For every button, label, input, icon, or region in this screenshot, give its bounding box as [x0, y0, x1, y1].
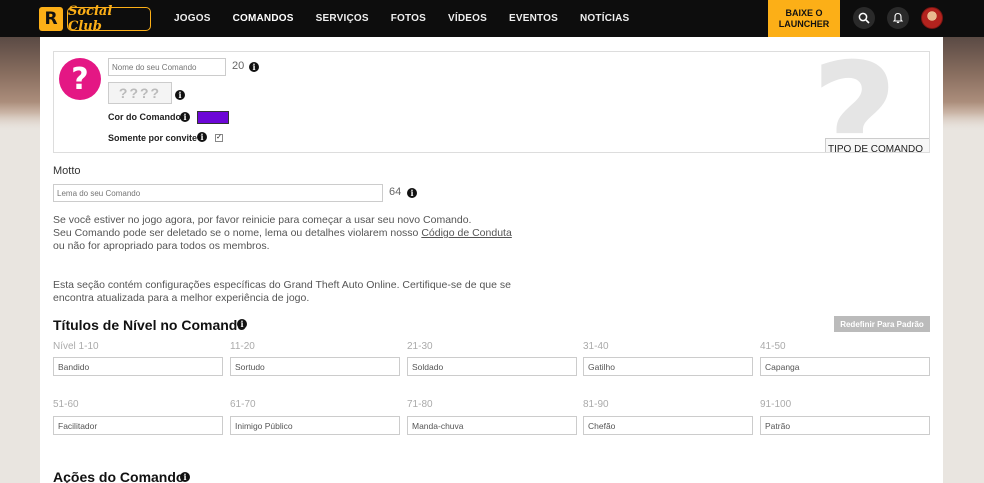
- rockstar-logo[interactable]: R: [39, 7, 63, 31]
- search-icon: [858, 12, 870, 24]
- rank-range-label: 61-70: [230, 399, 256, 410]
- nav-menu: JOGOS COMANDOS SERVIÇOS FOTOS VÍDEOS EVE…: [174, 0, 651, 37]
- notifications-button[interactable]: [887, 7, 909, 29]
- rank-title-input[interactable]: Capanga: [760, 357, 930, 376]
- crew-type-label: TIPO DE COMANDO: [827, 143, 923, 153]
- nav-item-eventos[interactable]: EVENTOS: [509, 13, 558, 24]
- rank-range-label: 21-30: [407, 341, 433, 352]
- gta-notice-line1: Esta seção contém configurações específi…: [53, 279, 511, 291]
- info-icon[interactable]: i: [180, 112, 190, 122]
- create-crew-panel: ? ? 20 i ???? i Cor do Comando i Somente…: [40, 37, 943, 483]
- code-of-conduct-link[interactable]: Código de Conduta: [421, 227, 512, 239]
- crew-emblem[interactable]: ?: [59, 58, 101, 100]
- rank-title-input[interactable]: Patrão: [760, 416, 930, 435]
- user-avatar[interactable]: [921, 7, 943, 29]
- gta-notice-line2: encontra atualizada para a melhor experi…: [53, 292, 310, 304]
- nav-item-servicos[interactable]: SERVIÇOS: [316, 13, 369, 24]
- rank-range-label: 51-60: [53, 399, 79, 410]
- rank-title-input[interactable]: Chefão: [583, 416, 753, 435]
- download-launcher-button[interactable]: BAIXE O LAUNCHER: [768, 0, 840, 37]
- crew-notice-line3: ou não for apropriado para todos os memb…: [53, 240, 270, 252]
- motto-counter: 64: [389, 186, 402, 198]
- info-icon[interactable]: i: [237, 319, 247, 329]
- crew-notice-line2: Seu Comando pode ser deletado se o nome,…: [53, 227, 422, 239]
- rank-title-input[interactable]: Soldado: [407, 357, 577, 376]
- crew-notice-line1: Se você estiver no jogo agora, por favor…: [53, 214, 472, 226]
- rank-title-input[interactable]: Facilitador: [53, 416, 223, 435]
- info-icon[interactable]: i: [175, 90, 185, 100]
- rank-titles-heading: Títulos de Nível no Comando: [53, 317, 246, 333]
- invite-only-checkbox[interactable]: ✓: [215, 134, 223, 142]
- launcher-label-line2: LAUNCHER: [778, 18, 830, 29]
- crew-actions-heading: Ações do Comando: [53, 469, 185, 483]
- rank-range-label: 71-80: [407, 399, 433, 410]
- crew-type-select[interactable]: TIPO DE COMANDO: [825, 138, 930, 154]
- nav-item-fotos[interactable]: FOTOS: [391, 13, 426, 24]
- rank-title-input[interactable]: Sortudo: [230, 357, 400, 376]
- nav-item-comandos[interactable]: COMANDOS: [233, 13, 294, 24]
- info-icon[interactable]: i: [197, 132, 207, 142]
- top-nav: R Social Club JOGOS COMANDOS SERVIÇOS FO…: [0, 0, 984, 37]
- rank-range-label: Nível 1-10: [53, 341, 99, 352]
- nav-item-jogos[interactable]: JOGOS: [174, 13, 211, 24]
- crew-color-picker[interactable]: [197, 111, 229, 124]
- crew-identity-box: ? ? 20 i ???? i Cor do Comando i Somente…: [53, 51, 930, 153]
- rank-title-input[interactable]: Inimigo Público: [230, 416, 400, 435]
- info-icon[interactable]: i: [407, 188, 417, 198]
- motto-input[interactable]: [53, 184, 383, 202]
- crew-name-input[interactable]: [108, 58, 226, 76]
- crew-color-label: Cor do Comando: [108, 112, 181, 122]
- rank-range-label: 41-50: [760, 341, 786, 352]
- crew-tag-input[interactable]: ????: [108, 82, 172, 104]
- rank-title-input[interactable]: Manda-chuva: [407, 416, 577, 435]
- rank-range-label: 31-40: [583, 341, 609, 352]
- search-button[interactable]: [853, 7, 875, 29]
- social-club-logo[interactable]: Social Club: [67, 4, 151, 34]
- rank-range-label: 11-20: [230, 341, 255, 352]
- launcher-label-line1: BAIXE O: [785, 7, 823, 18]
- nav-item-videos[interactable]: VÍDEOS: [448, 13, 487, 24]
- rank-range-label: 81-90: [583, 399, 609, 410]
- info-icon[interactable]: i: [180, 472, 190, 482]
- gta-settings-notice: Esta seção contém configurações específi…: [53, 279, 511, 305]
- select-arrows-icon: [929, 145, 930, 154]
- reset-default-button[interactable]: Redefinir Para Padrão: [834, 316, 930, 332]
- rank-range-label: 91-100: [760, 399, 792, 410]
- crew-name-counter: 20: [232, 60, 245, 72]
- rank-title-input[interactable]: Gatilho: [583, 357, 753, 376]
- invite-only-label: Somente por convite: [108, 133, 198, 143]
- info-icon[interactable]: i: [249, 62, 259, 72]
- rank-title-input[interactable]: Bandido: [53, 357, 223, 376]
- crew-notice: Se você estiver no jogo agora, por favor…: [53, 214, 512, 253]
- bell-icon: [892, 12, 904, 24]
- motto-label: Motto: [53, 165, 81, 177]
- nav-item-noticias[interactable]: NOTÍCIAS: [580, 13, 629, 24]
